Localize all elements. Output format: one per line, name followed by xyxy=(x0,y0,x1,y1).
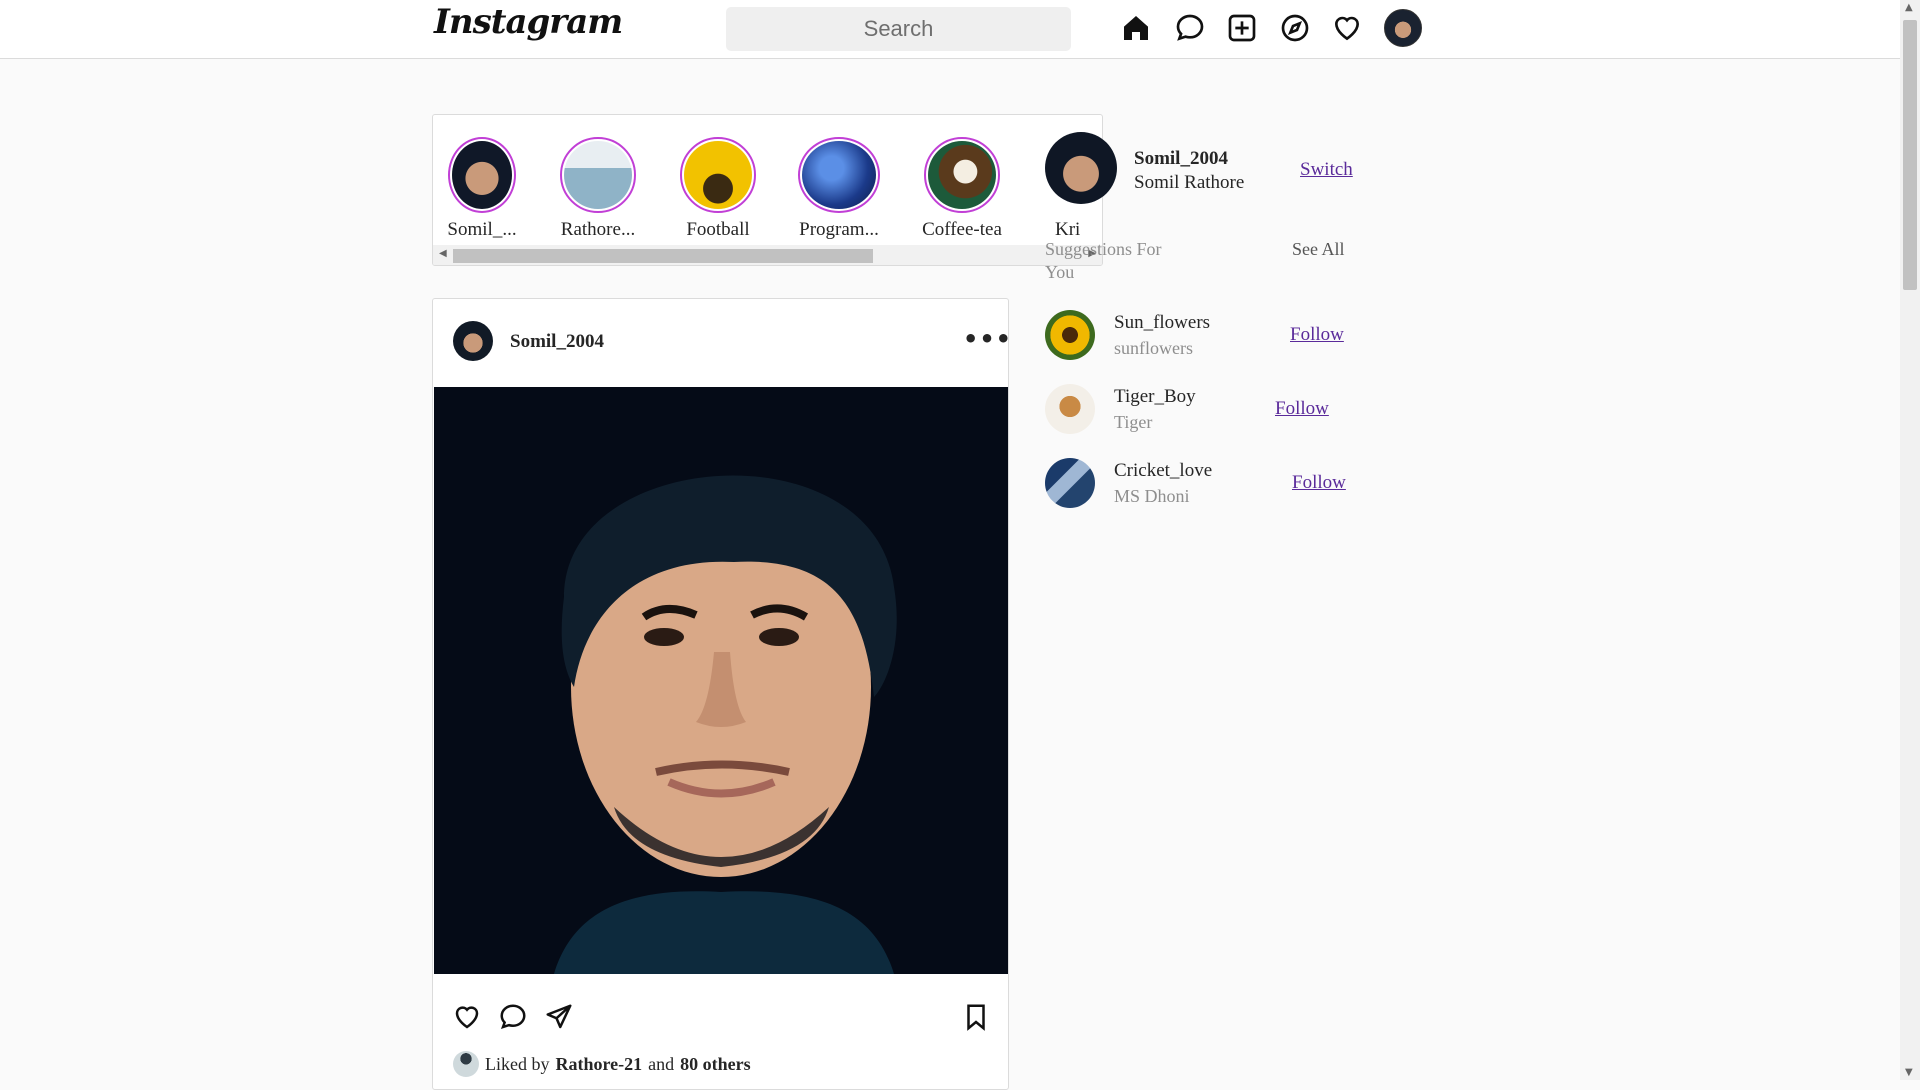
scroll-up-arrow-icon[interactable]: ▲ xyxy=(1905,2,1913,13)
suggestion-username[interactable]: Cricket_love xyxy=(1114,460,1212,482)
liked-by-prefix: Liked by xyxy=(485,1053,550,1074)
suggestion-username[interactable]: Sun_flowers xyxy=(1114,312,1210,334)
story-item[interactable]: Somil_... xyxy=(433,137,537,241)
page-scrollbar[interactable]: ▲ ▼ xyxy=(1900,0,1920,1080)
messenger-icon[interactable] xyxy=(1172,10,1208,46)
post-actions xyxy=(433,999,1008,1041)
page-scrollbar-thumb[interactable] xyxy=(1903,20,1917,290)
story-ring xyxy=(924,137,1000,213)
share-send-icon[interactable] xyxy=(541,999,577,1035)
bookmark-save-icon[interactable] xyxy=(958,999,994,1035)
scroll-left-arrow-icon[interactable]: ◀ xyxy=(439,248,447,259)
suggestion-subtitle: Tiger xyxy=(1114,412,1153,432)
story-item[interactable]: Coffee-tea xyxy=(907,137,1017,241)
stories-tray: Somil_... Rathore... Football Program...… xyxy=(432,114,1103,266)
suggestion-item: Sun_flowers sunflowers Follow xyxy=(1045,310,1365,364)
current-user-avatar[interactable] xyxy=(1045,132,1117,204)
liked-by-user[interactable]: Rathore-21 xyxy=(556,1054,643,1075)
profile-avatar[interactable] xyxy=(1384,9,1422,47)
suggestion-avatar[interactable] xyxy=(1045,458,1095,508)
post-image[interactable] xyxy=(434,387,1008,974)
comment-icon[interactable] xyxy=(495,999,531,1035)
stories-scrollbar[interactable]: ◀ ▶ xyxy=(433,245,1102,265)
story-ring xyxy=(560,137,636,213)
scroll-down-arrow-icon[interactable]: ▼ xyxy=(1905,1067,1913,1078)
post-header: Somil_2004 ••• xyxy=(433,299,1011,387)
follow-link[interactable]: Follow xyxy=(1275,398,1329,420)
suggestion-subtitle: sunflowers xyxy=(1114,338,1193,358)
more-options-icon[interactable]: ••• xyxy=(963,325,1012,353)
top-navbar: Instagram xyxy=(0,0,1900,59)
post-author-avatar[interactable] xyxy=(453,321,493,361)
story-label: Football xyxy=(686,219,750,240)
liked-by-others[interactable]: 80 others xyxy=(680,1054,751,1075)
switch-account-link[interactable]: Switch xyxy=(1300,159,1353,181)
search-input[interactable] xyxy=(726,7,1071,51)
story-label: Somil_... xyxy=(447,219,517,240)
story-label: Coffee-tea xyxy=(922,219,1002,240)
current-user-fullname: Somil Rathore xyxy=(1134,172,1245,193)
story-item[interactable]: Football xyxy=(663,137,773,241)
story-avatar xyxy=(684,141,752,209)
post-author-username[interactable]: Somil_2004 xyxy=(510,331,604,353)
new-post-icon[interactable] xyxy=(1224,10,1260,46)
story-ring xyxy=(448,137,516,213)
suggestion-username[interactable]: Tiger_Boy xyxy=(1114,386,1196,408)
story-label: Program... xyxy=(799,219,879,240)
story-ring xyxy=(798,137,880,213)
suggestion-item: Cricket_love MS Dhoni Follow xyxy=(1045,458,1365,512)
story-avatar xyxy=(802,141,876,209)
story-ring xyxy=(680,137,756,213)
suggestion-subtitle: MS Dhoni xyxy=(1114,486,1190,506)
activity-heart-icon[interactable] xyxy=(1329,10,1365,46)
scrollbar-thumb[interactable] xyxy=(453,249,873,263)
explore-icon[interactable] xyxy=(1277,10,1313,46)
see-all-link[interactable]: See All xyxy=(1292,238,1352,261)
instagram-logo[interactable]: Instagram xyxy=(434,2,623,42)
liker-avatar[interactable] xyxy=(453,1051,479,1077)
home-icon[interactable] xyxy=(1118,10,1154,46)
likes-summary: Liked by Rathore-21 and 80 others xyxy=(453,1051,751,1077)
like-heart-icon[interactable] xyxy=(449,999,485,1035)
suggestion-item: Tiger_Boy Tiger Follow xyxy=(1045,384,1365,438)
story-avatar xyxy=(928,141,996,209)
current-user-username[interactable]: Somil_2004 xyxy=(1134,148,1228,170)
feed-post: Somil_2004 ••• Liked by Rathore-21 and 8… xyxy=(432,298,1011,1090)
story-avatar xyxy=(452,141,512,209)
suggestion-avatar[interactable] xyxy=(1045,310,1095,360)
story-item[interactable]: Program... xyxy=(784,137,894,241)
suggestions-title: Suggestions For You xyxy=(1045,239,1162,282)
liked-by-and: and xyxy=(648,1053,675,1074)
story-label: Rathore... xyxy=(560,219,636,240)
follow-link[interactable]: Follow xyxy=(1290,324,1344,346)
story-avatar xyxy=(564,141,632,209)
suggestion-avatar[interactable] xyxy=(1045,384,1095,434)
follow-link[interactable]: Follow xyxy=(1292,472,1346,494)
story-item[interactable]: Rathore... xyxy=(543,137,653,241)
